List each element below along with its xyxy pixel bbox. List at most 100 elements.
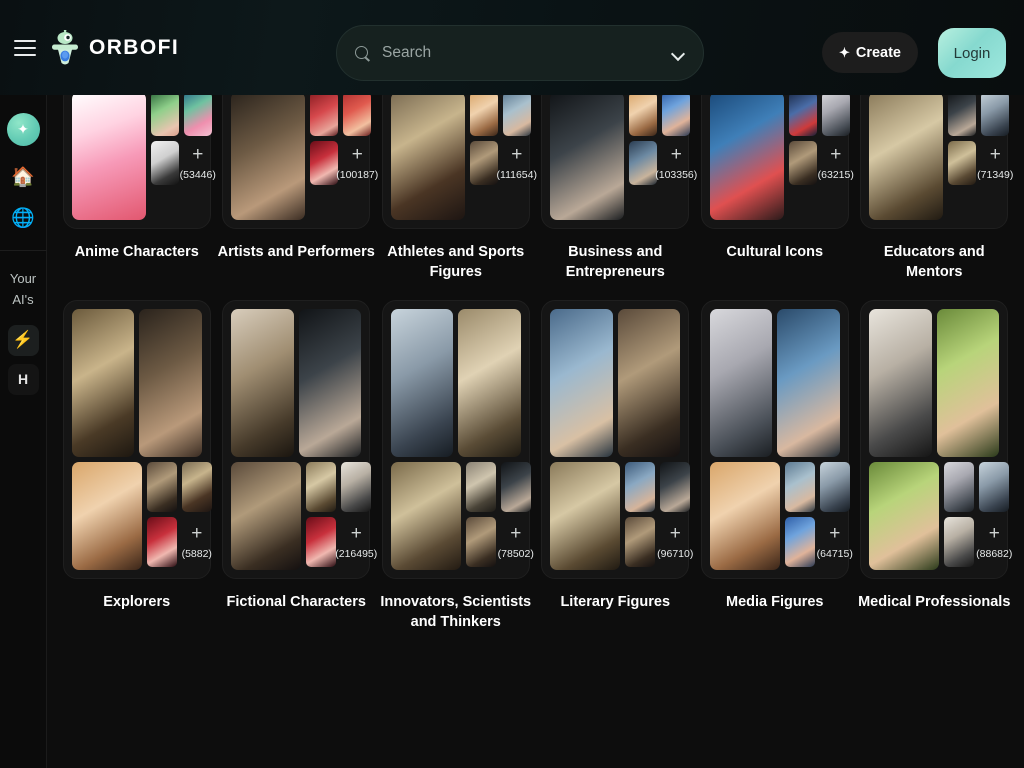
category-hero-image (298, 309, 362, 458)
category-cell[interactable]: + (53446) Anime Characters (57, 95, 217, 282)
category-cell[interactable]: + (111654) Athletes and Sports Figures (376, 95, 537, 282)
brand-name: ORBOFI (89, 35, 180, 59)
category-card[interactable]: + (64715) (700, 300, 853, 580)
category-cell[interactable]: + (71349) Educators and Mentors (855, 95, 1015, 282)
category-thumb (784, 517, 815, 568)
category-hero-image (231, 95, 306, 220)
category-label: Literary Figures (560, 594, 671, 611)
category-cell[interactable]: + (88682) Medical Professionals (855, 300, 1015, 632)
category-hero-image (869, 462, 940, 571)
sidebar-item-h[interactable]: H (7, 363, 39, 395)
category-hero-image (709, 309, 773, 458)
category-card[interactable]: + (96710) (541, 300, 694, 580)
category-more[interactable]: + (96710) (657, 517, 694, 567)
category-hero-image (550, 462, 621, 571)
category-thumb (819, 462, 850, 513)
category-more[interactable]: + (111654) (497, 141, 537, 185)
category-cell[interactable]: + (103356) Business and Entrepreneurs (536, 95, 697, 282)
category-count: (100187) (336, 169, 379, 181)
category-thumb (629, 141, 658, 185)
house-icon[interactable]: 🏠 (11, 168, 35, 187)
category-more[interactable]: + (5882) (182, 517, 212, 567)
category-more[interactable]: + (78502) (497, 517, 534, 567)
category-cell[interactable]: + (5882) Explorers (57, 300, 217, 632)
category-cell[interactable]: + (96710) Literary Figures (536, 300, 696, 632)
plus-icon: + (192, 144, 204, 165)
category-more[interactable]: + (216495) (335, 517, 377, 567)
category-card[interactable]: + (78502) (381, 300, 534, 580)
category-card[interactable]: + (103356) (541, 95, 697, 229)
category-thumb (146, 517, 177, 568)
category-thumb (502, 95, 531, 136)
sparkles-orb-icon[interactable]: ✦ (6, 113, 40, 146)
category-count: (5882) (181, 548, 212, 561)
category-more[interactable]: + (64715) (817, 517, 853, 567)
search-icon (355, 45, 370, 61)
category-more[interactable]: + (103356) (655, 141, 697, 185)
category-thumb (948, 141, 977, 185)
category-cell[interactable]: + (63215) Cultural Icons (695, 95, 855, 282)
category-label: Business and Entrepreneurs (565, 244, 665, 280)
category-count: (78502) (497, 548, 534, 561)
category-thumb (944, 462, 975, 513)
lightning-bolt-icon: ⚡ (12, 330, 34, 350)
category-more[interactable]: + (53446) (180, 141, 216, 185)
category-hero-image (231, 462, 302, 571)
category-cell[interactable]: + (64715) Media Figures (695, 300, 855, 632)
category-label: Explorers (103, 594, 171, 611)
category-label: Innovators, Scientists and Thinkers (380, 594, 532, 630)
category-cell[interactable]: + (216495) Fictional Characters (217, 300, 377, 632)
search-input[interactable] (382, 44, 672, 62)
plus-icon: + (989, 144, 1001, 165)
app-header: ORBOFI ✦ Create Login (0, 0, 1024, 95)
category-card[interactable]: + (88682) (860, 300, 1012, 580)
category-card[interactable]: + (71349) (860, 95, 1013, 229)
category-thumb (310, 141, 339, 185)
category-label: Medical Professionals (858, 594, 1011, 611)
category-thumb (788, 95, 817, 136)
hamburger-menu-icon[interactable] (14, 39, 36, 56)
category-card[interactable]: + (5882) (62, 300, 212, 580)
category-thumb (944, 517, 975, 568)
login-button[interactable]: Login (938, 28, 1006, 78)
category-count: (71349) (977, 169, 1014, 181)
category-hero-image (231, 309, 294, 458)
category-cell[interactable]: + (78502) Innovators, Scientists and Thi… (376, 300, 536, 632)
category-hero-image (617, 309, 681, 458)
search-bar[interactable] (336, 25, 704, 81)
chevron-down-icon[interactable] (672, 49, 685, 57)
sidebar-item-lightning[interactable]: ⚡ (7, 324, 39, 356)
category-count: (96710) (657, 548, 694, 561)
sidebar-top-icons: ✦ 🏠 🌐 (6, 95, 40, 228)
category-more[interactable]: + (71349) (977, 141, 1013, 185)
category-hero-image (936, 309, 1000, 458)
category-thumb (465, 462, 496, 513)
category-thumb (150, 95, 179, 136)
hamburger-bar (14, 39, 36, 42)
category-thumb (343, 95, 372, 136)
category-card[interactable]: + (111654) (381, 95, 537, 229)
plus-icon: + (669, 523, 681, 545)
create-button[interactable]: ✦ Create (821, 32, 918, 73)
category-cell[interactable]: + (100187) Artists and Performers (217, 95, 378, 282)
category-more[interactable]: + (100187) (336, 141, 378, 185)
plus-icon: + (510, 523, 522, 545)
category-card[interactable]: + (53446) (62, 95, 216, 229)
category-more[interactable]: + (88682) (976, 517, 1012, 567)
category-label: Fictional Characters (226, 594, 366, 611)
plus-icon: + (351, 144, 363, 165)
category-more[interactable]: + (63215) (818, 141, 854, 185)
category-thumb (629, 95, 658, 136)
globe-icon[interactable]: 🌐 (11, 209, 35, 228)
category-card[interactable]: + (216495) (222, 300, 377, 580)
category-thumb (181, 462, 212, 513)
category-thumb (469, 95, 498, 136)
category-hero-image (869, 95, 944, 220)
category-thumb (660, 462, 691, 513)
category-card[interactable]: + (63215) (700, 95, 854, 229)
category-card[interactable]: + (100187) (222, 95, 378, 229)
category-thumb (469, 141, 498, 185)
category-thumb (948, 95, 977, 136)
brand-logo[interactable]: ORBOFI (48, 29, 180, 66)
category-count: (53446) (179, 169, 216, 181)
